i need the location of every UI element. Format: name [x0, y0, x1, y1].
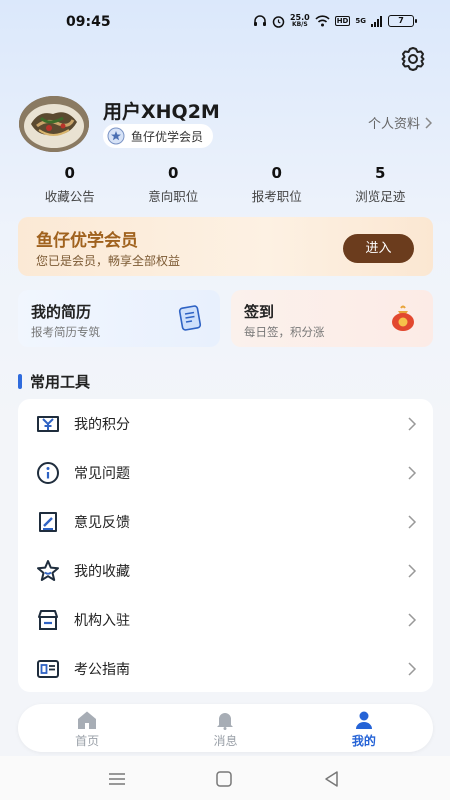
menu-icon[interactable] [106, 768, 128, 790]
gear-icon [401, 47, 425, 71]
status-icons: 25.0 KB/S HD 5G 7 [253, 13, 417, 29]
stat-label: 浏览足迹 [355, 189, 406, 204]
tool-item-favorites[interactable]: 我的收藏 [18, 546, 433, 595]
status-time: 09:45 [66, 14, 111, 30]
avatar[interactable] [19, 96, 89, 152]
vip-banner[interactable]: 鱼仔优学会员 您已是会员，畅享全部权益 进入 [18, 217, 433, 276]
info-icon [37, 461, 59, 484]
profile-link-label: 个人资料 [367, 117, 420, 132]
tools-section-heading: 常用工具 [18, 371, 90, 392]
money-bag-icon [392, 305, 414, 331]
tool-label: 考公指南 [74, 661, 130, 678]
stat-label: 报考职位 [251, 189, 302, 204]
stat-value: 0 [168, 164, 179, 182]
bottom-tab-bar: 首页 消息 我的 [18, 704, 433, 752]
stat-value: 0 [271, 164, 282, 182]
battery-icon: 7 [388, 15, 417, 27]
headphones-icon [253, 15, 266, 26]
tool-item-points[interactable]: 我的积分 [18, 399, 433, 448]
chevron-right-icon [408, 465, 417, 480]
vip-enter-button[interactable]: 进入 [343, 234, 414, 263]
sign-in-card-subtitle: 每日签，积分涨 [244, 325, 325, 339]
chevron-right-icon [408, 514, 417, 529]
alarm-icon [272, 15, 285, 28]
stat-browse-history[interactable]: 5 浏览足迹 [329, 164, 433, 208]
stat-label: 收藏公告 [44, 189, 95, 204]
tab-label: 我的 [351, 734, 376, 748]
chevron-right-icon [408, 661, 417, 676]
vip-title: 鱼仔优学会员 [36, 231, 138, 251]
tab-label: 消息 [213, 734, 238, 748]
hd-badge: HD [334, 16, 351, 26]
chevron-right-icon [408, 563, 417, 578]
star-icon [37, 559, 59, 581]
section-title: 常用工具 [30, 373, 91, 391]
section-accent-bar [18, 374, 22, 389]
resume-card-subtitle: 报考简历专筑 [31, 325, 100, 339]
tool-item-faq[interactable]: 常见问题 [18, 448, 433, 497]
chevron-right-icon [408, 612, 417, 627]
signal-label: 5G [355, 17, 366, 25]
settings-button[interactable] [398, 44, 428, 74]
chevron-right-icon [425, 116, 432, 129]
tab-home[interactable]: 首页 [18, 704, 156, 752]
sign-in-card[interactable]: 签到 每日签，积分涨 [231, 290, 433, 347]
member-badge[interactable]: 鱼仔优学会员 [103, 124, 214, 148]
tool-item-institution[interactable]: 机构入驻 [18, 595, 433, 644]
stat-value: 0 [64, 164, 75, 182]
home-square-icon[interactable] [213, 768, 235, 790]
tool-label: 机构入驻 [74, 612, 130, 629]
tools-list: 我的积分 常见问题 意见反馈 我的收藏 机构入驻 考公指南 [18, 399, 433, 692]
vip-subtitle: 您已是会员，畅享全部权益 [36, 254, 181, 268]
guide-icon [37, 659, 59, 678]
tool-item-guide[interactable]: 考公指南 [18, 644, 433, 693]
system-nav-bar [0, 756, 450, 800]
status-bar: 09:45 25.0 KB/S HD 5G 7 [0, 0, 450, 44]
store-icon [38, 609, 58, 630]
sign-in-card-title: 签到 [244, 303, 275, 321]
tool-label: 常见问题 [74, 465, 130, 482]
stat-label: 意向职位 [148, 189, 199, 204]
stat-value: 5 [375, 164, 386, 182]
bell-icon [217, 713, 234, 730]
user-icon [355, 711, 372, 729]
tool-label: 我的积分 [74, 416, 130, 433]
tab-mine[interactable]: 我的 [295, 704, 433, 752]
avatar-photo [19, 96, 89, 152]
tab-label: 首页 [75, 734, 100, 748]
stats-row: 0 收藏公告 0 意向职位 0 报考职位 5 浏览足迹 [18, 164, 432, 208]
wifi-icon [315, 15, 330, 27]
chevron-right-icon [408, 416, 417, 431]
signal-icon [371, 15, 382, 27]
username: 用户XHQ2M [103, 101, 220, 123]
resume-card-title: 我的简历 [31, 303, 92, 321]
points-icon [37, 415, 59, 432]
tool-item-feedback[interactable]: 意见反馈 [18, 497, 433, 546]
resume-card[interactable]: 我的简历 报考简历专筑 [18, 290, 220, 347]
stat-applied-positions[interactable]: 0 报考职位 [225, 164, 329, 208]
profile-link[interactable]: 个人资料 [368, 113, 432, 132]
back-triangle-icon[interactable] [321, 768, 343, 790]
tool-label: 意见反馈 [74, 514, 130, 531]
member-label: 鱼仔优学会员 [131, 129, 204, 144]
net-speed: 25.0 KB/S [289, 13, 310, 29]
stat-favorites[interactable]: 0 收藏公告 [18, 164, 122, 208]
resume-icon [178, 305, 202, 331]
tab-messages[interactable]: 消息 [156, 704, 294, 752]
tool-label: 我的收藏 [74, 563, 130, 580]
stat-intended-positions[interactable]: 0 意向职位 [122, 164, 226, 208]
feedback-icon [39, 511, 57, 532]
home-icon [78, 711, 97, 729]
member-medal-icon [107, 127, 125, 145]
